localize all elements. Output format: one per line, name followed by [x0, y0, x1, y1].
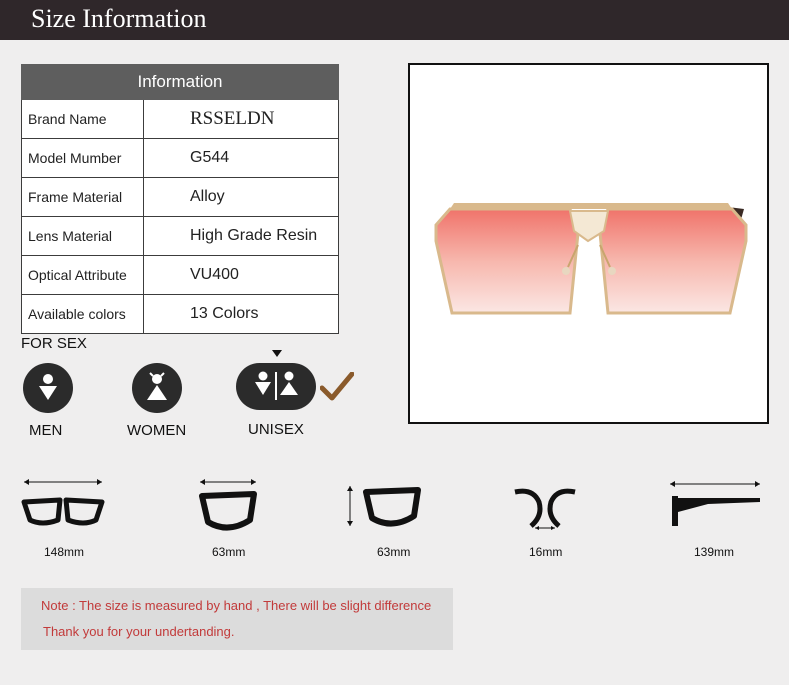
product-image-frame: [408, 63, 769, 424]
spec-value: RSSELDN: [143, 99, 339, 139]
spec-key: Available colors: [21, 294, 144, 334]
lens-width-icon: [199, 479, 257, 531]
lens-height-icon: [347, 486, 421, 527]
woman-icon: [132, 363, 182, 413]
measure-bridge-width: 16mm: [529, 545, 563, 559]
measure-lens-height: 63mm: [377, 545, 411, 559]
note-line-1: Note : The size is measured by hand , Th…: [41, 598, 432, 613]
spec-row: Brand Name RSSELDN: [21, 99, 339, 139]
page-header: Size Information: [0, 0, 789, 40]
spec-value: 13 Colors: [143, 294, 339, 334]
spec-row: Frame Material Alloy: [21, 177, 339, 217]
unisex-icon: [236, 363, 316, 410]
sex-label-women: WOMEN: [127, 422, 187, 439]
spec-table-heading-row: Information: [21, 64, 339, 100]
note-box: Note : The size is measured by hand , Th…: [21, 588, 453, 650]
spec-row: Model Mumber G544: [21, 138, 339, 178]
spec-row: Lens Material High Grade Resin: [21, 216, 339, 256]
measure-temple-length: 139mm: [694, 545, 735, 559]
sex-label-unisex: UNISEX: [248, 421, 304, 438]
checkmark-icon: [320, 372, 354, 401]
temple-length-icon: [670, 481, 760, 526]
note-line-2: Thank you for your undertanding.: [43, 624, 235, 639]
spec-value: High Grade Resin: [143, 216, 339, 256]
spec-value: Alloy: [143, 177, 339, 217]
spec-table-heading: Information: [21, 64, 339, 100]
bridge-width-icon: [514, 488, 576, 530]
sex-section-title: FOR SEX: [21, 335, 87, 352]
spec-row: Available colors 13 Colors: [21, 294, 339, 334]
measure-frame-width: 148mm: [44, 545, 85, 559]
sunglasses-image: [434, 203, 748, 315]
spec-key: Frame Material: [21, 177, 144, 217]
man-icon: [23, 363, 73, 413]
spec-key: Brand Name: [21, 99, 144, 139]
spec-value: G544: [143, 138, 339, 178]
frame-width-icon: [21, 479, 105, 526]
spec-key: Optical Attribute: [21, 255, 144, 295]
measure-lens-width: 63mm: [212, 545, 246, 559]
spec-value: VU400: [143, 255, 339, 295]
sex-label-men: MEN: [29, 422, 63, 439]
spec-row: Optical Attribute VU400: [21, 255, 339, 295]
page-title: Size Information: [31, 4, 207, 33]
spec-table: Information Brand Name RSSELDN Model Mum…: [21, 64, 339, 334]
spec-key: Lens Material: [21, 216, 144, 256]
selected-indicator-icon: [272, 350, 282, 357]
spec-key: Model Mumber: [21, 138, 144, 178]
